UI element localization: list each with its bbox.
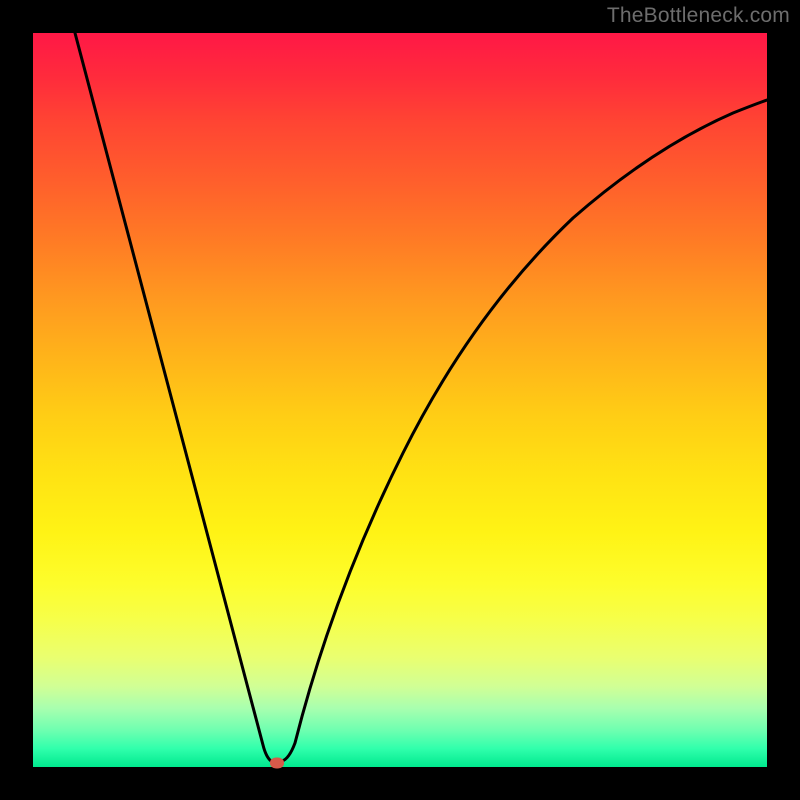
watermark-text: TheBottleneck.com (607, 4, 790, 28)
optimal-point-marker (270, 758, 284, 769)
bottleneck-curve (33, 33, 767, 767)
curve-path (75, 33, 767, 761)
chart-frame: TheBottleneck.com (0, 0, 800, 800)
